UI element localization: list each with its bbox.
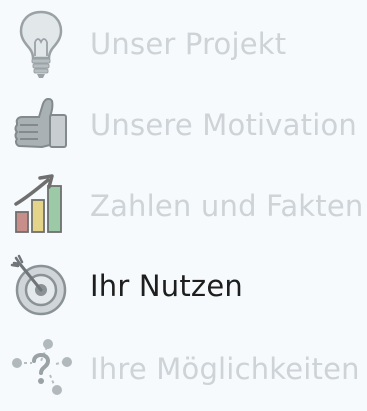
nav-item-label: Unsere Motivation (90, 108, 357, 142)
question-network-icon (8, 331, 74, 411)
bar-chart-icon (8, 168, 74, 248)
target-icon (8, 248, 74, 328)
nav-item-zahlen-und-fakten[interactable]: Zahlen und Fakten (0, 168, 367, 248)
side-navigation: Unser Projekt Unsere Motivation Zahlen u… (0, 0, 367, 395)
nav-item-ihr-nutzen[interactable]: Ihr Nutzen (0, 248, 367, 328)
thumbs-up-icon (8, 87, 74, 167)
nav-item-unser-projekt[interactable]: Unser Projekt (0, 6, 367, 86)
lightbulb-icon (8, 6, 74, 86)
nav-item-label: Zahlen und Fakten (90, 189, 364, 223)
nav-item-label: Ihr Nutzen (90, 269, 243, 303)
nav-item-unsere-motivation[interactable]: Unsere Motivation (0, 87, 367, 167)
nav-item-ihre-moeglichkeiten[interactable]: Ihre Möglichkeiten (0, 331, 367, 411)
nav-item-label: Ihre Möglichkeiten (90, 352, 360, 386)
nav-item-label: Unser Projekt (90, 27, 287, 61)
